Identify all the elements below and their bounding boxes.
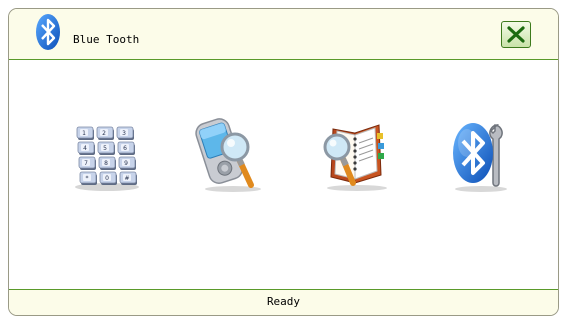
keypad-key: 4 bbox=[77, 141, 95, 155]
keypad-key-label: 3 bbox=[122, 130, 126, 137]
keypad-key-label: 6 bbox=[123, 145, 127, 152]
keypad-key: # bbox=[119, 171, 137, 185]
address-book-magnifier-icon bbox=[323, 124, 387, 191]
keypad-key-label: 7 bbox=[84, 160, 88, 167]
keypad-key-label: 0 bbox=[105, 175, 109, 182]
status-bar: Ready bbox=[9, 289, 558, 315]
dial-pad-button[interactable]: 1 2 3 4 5 6 7 8 9 * 0 # bbox=[65, 113, 145, 193]
keypad-key-label: 1 bbox=[82, 130, 86, 137]
keypad-key: 7 bbox=[78, 156, 96, 170]
bluetooth-window: Blue Tooth 1 2 3 4 5 6 7 8 9 * 0 # Ready bbox=[8, 8, 559, 316]
close-x-icon bbox=[507, 26, 525, 43]
keypad-key: 0 bbox=[99, 171, 117, 185]
keypad-key: 9 bbox=[118, 156, 136, 170]
keypad-key-label: 4 bbox=[83, 145, 87, 152]
keypad-key: * bbox=[79, 171, 97, 185]
keypad-key: 6 bbox=[117, 141, 135, 155]
keypad-key-label: 8 bbox=[104, 160, 108, 167]
tools-area: 1 2 3 4 5 6 7 8 9 * 0 # bbox=[9, 60, 558, 290]
pda-magnifier-icon bbox=[195, 118, 261, 192]
keypad-icon: 1 2 3 4 5 6 7 8 9 * 0 # bbox=[75, 126, 139, 191]
keypad-key: 1 bbox=[76, 126, 94, 140]
keypad-key: 5 bbox=[97, 141, 115, 155]
keypad-key: 8 bbox=[98, 156, 116, 170]
status-text: Ready bbox=[266, 295, 301, 308]
bluetooth-logo-icon bbox=[36, 14, 60, 50]
keypad-key-label: 5 bbox=[103, 145, 107, 152]
window-title: Blue Tooth bbox=[73, 33, 140, 46]
title-bar[interactable]: Blue Tooth bbox=[9, 9, 558, 60]
close-button[interactable] bbox=[501, 21, 531, 48]
bluetooth-settings-button[interactable] bbox=[439, 113, 519, 193]
keypad-key: 3 bbox=[116, 126, 134, 140]
keypad-key-label: * bbox=[86, 175, 89, 182]
keypad-key-label: # bbox=[124, 175, 129, 182]
search-device-button[interactable] bbox=[189, 113, 269, 193]
keypad-key-label: 2 bbox=[102, 130, 106, 137]
keypad-key-label: 9 bbox=[124, 160, 128, 167]
bluetooth-wrench-icon bbox=[453, 123, 507, 192]
keypad-key: 2 bbox=[96, 126, 114, 140]
phonebook-button[interactable] bbox=[315, 113, 395, 193]
